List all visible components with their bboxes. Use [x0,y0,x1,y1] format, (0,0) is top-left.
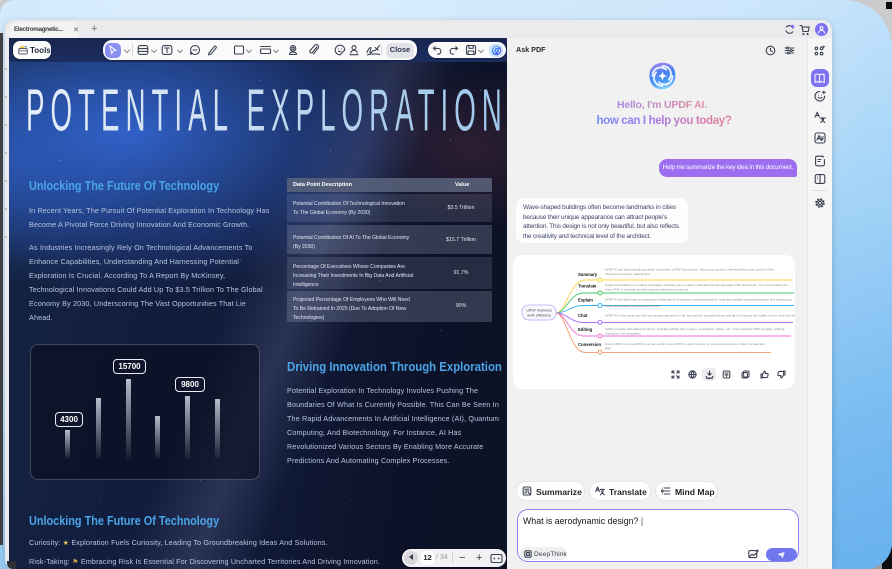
svg-text:UPDF improves: UPDF improves [526,309,552,313]
svg-text:Using UPDF to convert PDF, you: Using UPDF to convert PDF, you can easil… [605,342,765,346]
svg-text:Summary: Summary [578,272,598,277]
svg-text:Chat: Chat [578,313,588,318]
svg-text:Conversion: Conversion [578,342,601,347]
svg-text:UPDF AI can automatically gene: UPDF AI can automatically generate summa… [605,268,774,272]
svg-text:Supports translation in multip: Supports translation in multiple languag… [605,283,788,287]
svg-text:Translate: Translate [578,284,597,289]
svg-text:Explain: Explain [578,298,593,303]
svg-text:better understand the document: better understand the document content. [605,304,661,308]
svg-text:Editing: Editing [578,327,593,332]
svg-text:encryption and decryption.: encryption and decryption. [605,332,641,336]
svg-text:UPDF AI provides easy-to-under: UPDF AI provides easy-to-understand expl… [605,298,792,302]
svg-text:PDF.: PDF. [605,347,612,351]
svg-text:UPDF provides rich editing fun: UPDF provides rich editing functions, in… [605,327,785,331]
svg-text:work efficiency: work efficiency [527,314,551,318]
svg-text:UPDF AI's chat mode can help y: UPDF AI's chat mode can help you answer … [605,314,795,318]
svg-text:document and save reading time: document and save reading time. [605,272,651,276]
svg-text:entire PDF or translate specif: entire PDF or translate specific content… [605,288,689,292]
